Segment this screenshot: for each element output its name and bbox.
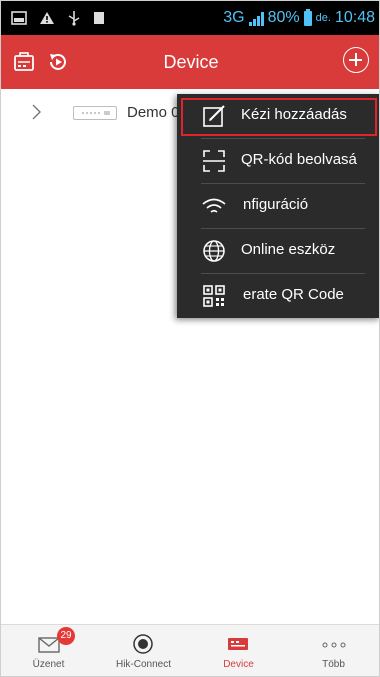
more-icon — [322, 642, 346, 648]
menu-item-generate-qr[interactable]: erate QR Code — [177, 274, 379, 318]
tab-more[interactable]: Több — [286, 625, 379, 676]
unread-badge: 29 — [57, 627, 75, 645]
tab-label: Device — [223, 659, 254, 670]
tab-messages[interactable]: 29 Üzenet — [1, 625, 96, 676]
sim-icon — [94, 12, 104, 24]
wifi-icon — [202, 198, 226, 213]
menu-item-wifi-config[interactable]: nfiguráció — [177, 184, 379, 228]
gallery-icon — [11, 11, 27, 25]
globe-icon — [203, 240, 225, 262]
scan-icon — [203, 150, 225, 172]
add-device-menu: Kézi hozzáadás QR-kód beolvasá nfiguráci… — [177, 94, 379, 318]
highlight-frame — [181, 98, 377, 136]
device-icon — [228, 638, 248, 650]
app-frame: 3G 80% de. 10:48 Device Demo 01 Kézi hoz… — [0, 0, 380, 677]
battery-icon — [303, 8, 312, 26]
tab-label: Üzenet — [32, 659, 65, 670]
tab-label: Hik-Connect — [115, 659, 172, 670]
qr-code-icon — [203, 285, 225, 307]
signal-icon — [248, 10, 264, 26]
tab-label: Több — [322, 659, 345, 670]
add-device-button[interactable] — [343, 47, 369, 73]
tab-hik-connect[interactable]: Hik-Connect — [96, 625, 191, 676]
battery-percent: 80% — [267, 9, 300, 26]
menu-item-label: nfiguráció — [243, 196, 309, 213]
dvr-device-icon — [73, 106, 117, 120]
app-header: Device — [1, 35, 379, 89]
clock: 10:48 — [334, 9, 375, 26]
warning-icon — [40, 12, 54, 24]
status-icons-right: 3G 80% de. 10:48 — [223, 1, 375, 35]
record-icon — [133, 634, 153, 654]
status-bar: 3G 80% de. 10:48 — [1, 1, 379, 35]
network-type: 3G — [223, 9, 245, 26]
device-manage-icon[interactable] — [13, 51, 35, 73]
menu-item-online-device[interactable]: Online eszköz — [177, 229, 379, 273]
menu-item-label: QR-kód beolvasá — [241, 151, 357, 168]
status-icons-left — [11, 1, 105, 35]
chevron-right-icon[interactable] — [29, 103, 43, 121]
usb-icon — [68, 11, 80, 26]
menu-item-label: erate QR Code — [243, 286, 344, 303]
menu-item-label: Online eszköz — [241, 241, 336, 258]
menu-item-qr-scan[interactable]: QR-kód beolvasá — [177, 139, 379, 183]
menu-item-manual-add[interactable]: Kézi hozzáadás — [177, 94, 379, 138]
playback-icon[interactable] — [47, 51, 69, 73]
tab-device[interactable]: Device — [191, 625, 286, 676]
time-prefix: de. — [315, 12, 331, 24]
bottom-tab-bar: 29 Üzenet Hik-Connect Device Több — [1, 624, 379, 676]
header-left-actions — [13, 35, 69, 89]
